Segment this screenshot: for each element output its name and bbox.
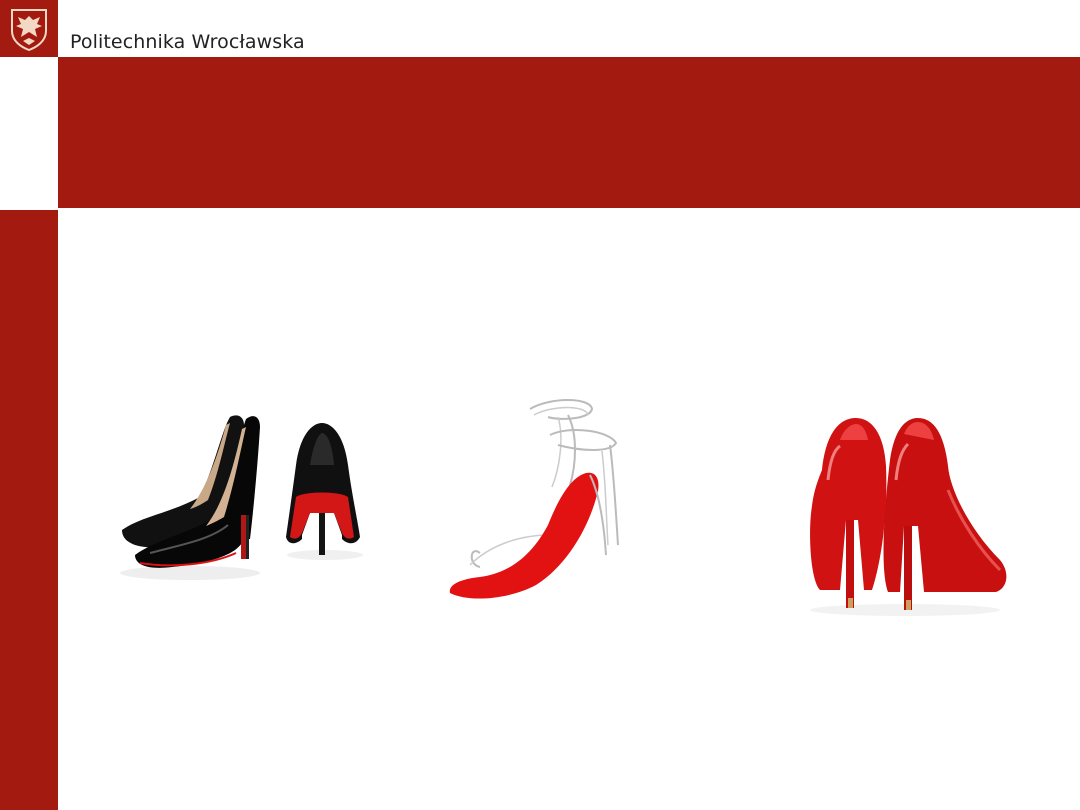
side-band [0, 210, 58, 810]
sandal-sketch-image [449, 399, 619, 599]
eagle-shield-icon [11, 9, 47, 51]
university-name: Politechnika Wrocławska [70, 31, 305, 53]
red-pumps-image [810, 418, 1007, 616]
black-pumps-image [120, 415, 363, 580]
title-band [58, 57, 1080, 208]
logo-block [0, 0, 58, 57]
